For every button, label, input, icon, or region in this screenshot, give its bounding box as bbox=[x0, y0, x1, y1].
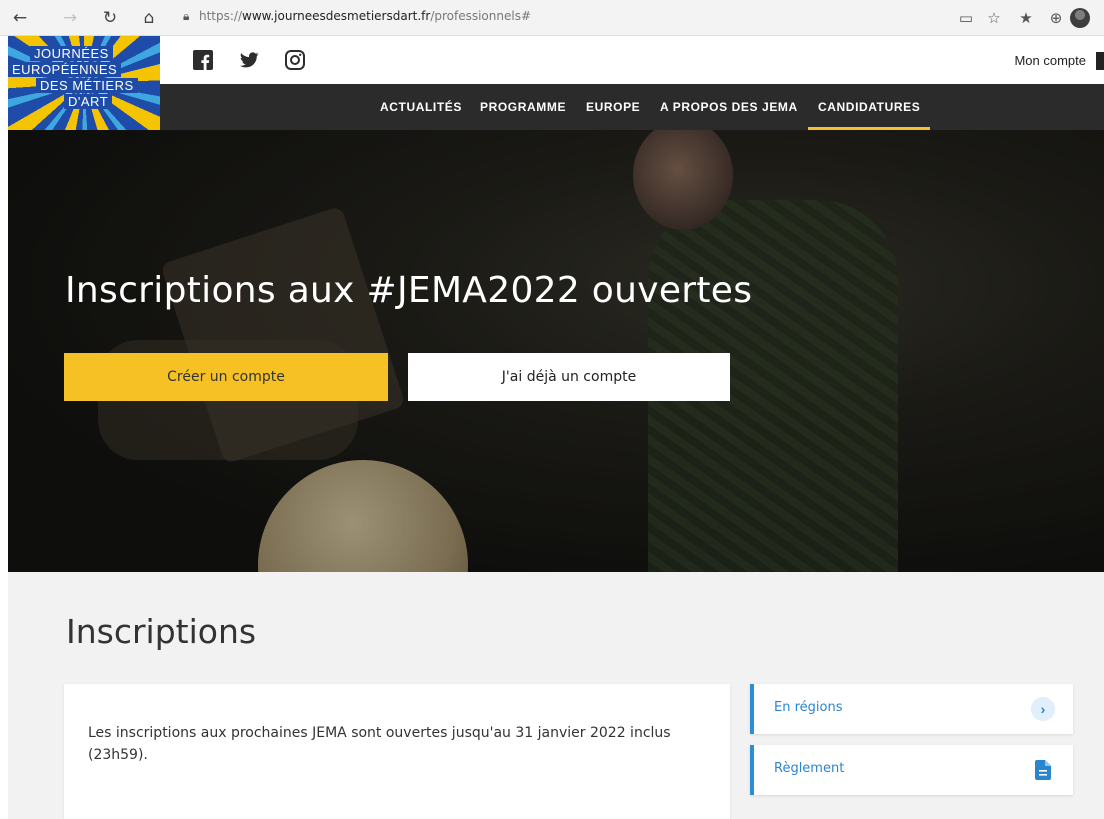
instagram-icon[interactable] bbox=[284, 49, 306, 71]
logo-line-3: DES MÉTIERS bbox=[36, 78, 138, 93]
hero-banner: Inscriptions aux #JEMA2022 ouvertes Crée… bbox=[8, 130, 1104, 572]
lock-icon: 🔒︎ bbox=[183, 9, 190, 23]
url-path: /professionnels# bbox=[430, 9, 532, 23]
site-logo[interactable]: JOURNÉES EUROPÉENNES DES MÉTIERS D'ART bbox=[8, 36, 160, 130]
hero-title: Inscriptions aux #JEMA2022 ouvertes bbox=[65, 270, 753, 311]
profile-avatar[interactable] bbox=[1070, 8, 1090, 28]
nav-item-a-propos[interactable]: A PROPOS DES JEMA bbox=[660, 84, 798, 130]
nav-item-candidatures[interactable]: CANDIDATURES bbox=[807, 84, 931, 130]
forward-icon[interactable]: → bbox=[58, 6, 82, 30]
account-icon[interactable] bbox=[1096, 52, 1104, 70]
facebook-icon[interactable] bbox=[192, 49, 214, 71]
nav-item-programme[interactable]: PROGRAMME bbox=[480, 84, 566, 130]
side-link-reglement[interactable]: Règlement bbox=[750, 745, 1073, 795]
twitter-icon[interactable] bbox=[238, 49, 260, 71]
home-icon[interactable]: ⌂ bbox=[137, 6, 161, 30]
hero-overlay bbox=[8, 130, 1104, 572]
back-icon[interactable]: ← bbox=[8, 6, 32, 30]
nav-item-actualites[interactable]: ACTUALITÉS bbox=[380, 84, 462, 130]
logo-line-2: EUROPÉENNES bbox=[8, 62, 122, 77]
side-link-label: En régions bbox=[774, 700, 843, 715]
logo-line-4: D'ART bbox=[64, 94, 113, 109]
reload-icon[interactable]: ↻ bbox=[98, 6, 122, 30]
collections-icon[interactable]: ⊕ bbox=[1044, 6, 1068, 30]
reader-view-icon[interactable]: ▭ bbox=[954, 6, 978, 30]
side-link-label: Règlement bbox=[774, 761, 845, 776]
section-title: Inscriptions bbox=[66, 612, 257, 651]
browser-toolbar: ← → ↻ ⌂ 🔒︎ https://www.journeesdesmetiers… bbox=[0, 0, 1104, 36]
url-domain: www.journeesdesmetiersdart.fr bbox=[242, 9, 431, 23]
nav-item-europe[interactable]: EUROPE bbox=[586, 84, 640, 130]
existing-account-button[interactable]: J'ai déjà un compte bbox=[408, 353, 730, 401]
add-favorite-icon[interactable]: ☆ bbox=[982, 6, 1006, 30]
info-card: Les inscriptions aux prochaines JEMA son… bbox=[64, 684, 730, 819]
side-link-en-regions[interactable]: En régions › bbox=[750, 684, 1073, 734]
chevron-right-icon: › bbox=[1031, 697, 1055, 721]
logo-line-1: JOURNÉES bbox=[30, 46, 113, 61]
url-prefix: https:// bbox=[199, 9, 243, 23]
my-account-link[interactable]: Mon compte bbox=[1014, 53, 1086, 68]
info-text: Les inscriptions aux prochaines JEMA son… bbox=[88, 725, 671, 763]
document-icon bbox=[1035, 760, 1051, 780]
address-bar[interactable]: 🔒︎ https://www.journeesdesmetiersdart.fr/… bbox=[183, 3, 883, 29]
favorites-icon[interactable]: ★ bbox=[1014, 6, 1038, 30]
create-account-button[interactable]: Créer un compte bbox=[64, 353, 388, 401]
